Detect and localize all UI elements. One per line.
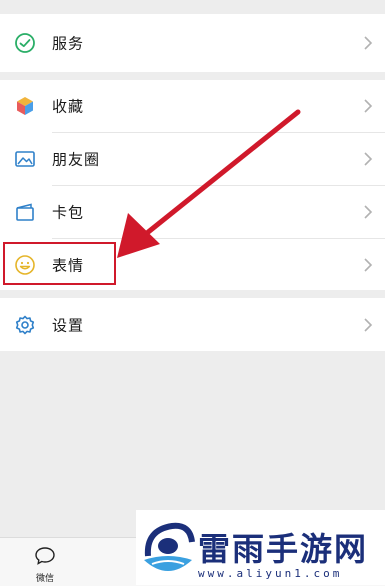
top-gap [0,0,385,14]
services-label: 服务 [52,34,85,53]
tab-chats-label: 微信 [35,574,54,584]
watermark-logo-icon [144,522,195,571]
menu-item-settings[interactable]: 设置 [0,299,385,351]
chevron-right-icon [364,152,373,166]
chevron-right-icon [364,99,373,113]
cards-label: 卡包 [52,203,85,222]
gear-icon [15,315,35,335]
chat-bubble-icon [35,547,55,565]
watermark: 雷雨手游网 www.aliyun1.com [136,510,385,585]
card-wallet-icon [16,203,34,221]
moments-label: 朋友圈 [52,150,101,169]
moments-image-icon [15,151,35,167]
chevron-right-icon [364,205,373,219]
favorites-label: 收藏 [52,97,85,116]
menu-item-services[interactable]: 服务 [0,17,385,69]
menu-item-cards[interactable]: 卡包 [0,186,385,238]
highlight-box [3,242,116,285]
chevron-right-icon [364,318,373,332]
watermark-url: www.aliyun1.com [198,567,343,580]
chevron-right-icon [364,36,373,50]
services-icon [15,33,35,53]
tab-chats[interactable]: 微信 [22,546,68,584]
services-group: 服务 [0,14,385,72]
menu-item-moments[interactable]: 朋友圈 [0,133,385,185]
settings-group: 设置 [0,298,385,351]
watermark-title: 雷雨手游网 [198,530,369,568]
settings-label: 设置 [52,316,85,335]
favorites-cube-icon [17,97,33,115]
chevron-right-icon [364,258,373,272]
menu-item-favorites[interactable]: 收藏 [0,80,385,132]
